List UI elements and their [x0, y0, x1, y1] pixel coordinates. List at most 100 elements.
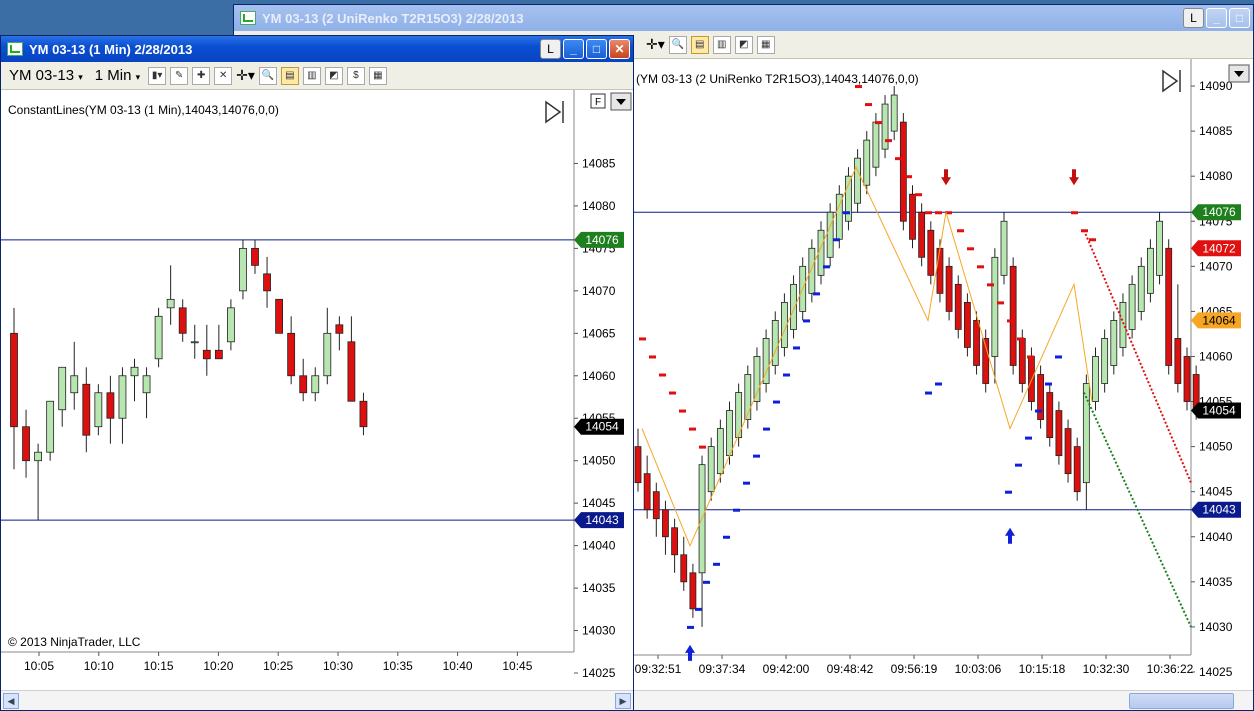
renko-stop-blue	[925, 391, 932, 395]
renko-stop-red	[1071, 211, 1078, 215]
down-candle	[1028, 356, 1035, 402]
time-tick-label: 10:20	[203, 659, 233, 673]
drawing-tools-icon[interactable]: ✎	[170, 66, 189, 85]
properties-icon[interactable]: ▦	[368, 66, 387, 85]
renko-stop-red	[1027, 355, 1034, 359]
renko-stop-blue	[1005, 490, 1012, 494]
up-candle	[826, 211, 834, 258]
down-candle	[1183, 356, 1191, 402]
renko-stop-blue	[935, 382, 942, 386]
price-tag-label: 14043	[1202, 503, 1236, 517]
price-tag-label: 14054	[1202, 404, 1236, 418]
unirenko-title-bar[interactable]: YM 03-13 (2 UniRenko T2R15O3) 2/28/2013 …	[234, 5, 1253, 31]
minimize-button[interactable]: _	[1206, 8, 1227, 28]
up-candle	[311, 375, 320, 394]
price-tag-14072: 14072	[1191, 240, 1241, 257]
bar-type-icon[interactable]: ▮▾	[148, 66, 167, 85]
price-tick-label: 14025	[582, 666, 616, 680]
minute-chart-area[interactable]: ConstantLines(YM 03-13 (1 Min),14043,140…	[1, 90, 633, 690]
minute-title-bar[interactable]: YM 03-13 (1 Min) 2/28/2013 L _ □ ✕	[1, 36, 633, 62]
renko-stop-red	[957, 229, 964, 233]
renko-stop-blue	[1025, 436, 1032, 440]
down-candle	[1037, 374, 1044, 420]
price-tick-label: 14025	[1199, 665, 1233, 679]
down-candle	[275, 298, 284, 334]
sell-arrow-icon	[941, 169, 951, 186]
renko-stop-blue	[1055, 355, 1062, 359]
down-candle	[287, 332, 296, 377]
down-candle	[1064, 428, 1072, 475]
up-candle	[716, 428, 724, 475]
crosshair-icon[interactable]: ✛▾	[646, 36, 665, 53]
properties-icon[interactable]: ▦	[756, 35, 775, 54]
scroll-left-icon[interactable]: ◀	[3, 693, 19, 709]
minute-chart-window[interactable]: YM 03-13 (1 Min) 2/28/2013 L _ □ ✕ YM 03…	[0, 35, 634, 711]
indicators-icon[interactable]: ▥	[302, 66, 321, 85]
indicators-icon[interactable]: ▥	[712, 35, 731, 54]
lock-button[interactable]: L	[1183, 8, 1204, 28]
down-candle	[954, 283, 962, 330]
up-candle	[1000, 220, 1008, 276]
minute-scrollbar[interactable]: ◀ ▶	[1, 690, 633, 710]
time-tick-label: 10:35	[383, 659, 413, 673]
scroll-right-icon[interactable]: ▶	[615, 693, 631, 709]
close-button[interactable]: ✕	[609, 39, 630, 59]
zoom-icon[interactable]: 🔍	[668, 35, 687, 54]
time-tick-label: 09:32:51	[635, 662, 682, 676]
down-candle	[964, 301, 971, 348]
sell-arrow-icon	[1069, 169, 1079, 186]
price-tag-14076: 14076	[574, 231, 624, 248]
up-candle	[130, 366, 139, 377]
time-tick-label: 10:25	[263, 659, 293, 673]
price-tag-14054: 14054	[1191, 402, 1241, 419]
price-tag-14043: 14043	[574, 512, 624, 529]
renko-stop-red	[639, 337, 646, 341]
lock-button[interactable]: L	[540, 39, 561, 59]
chart-trader-icon[interactable]: ▤	[690, 35, 709, 54]
price-tick-label: 14030	[582, 624, 616, 638]
up-candle	[1110, 320, 1118, 366]
price-tick-label: 14030	[1199, 620, 1233, 634]
strategies-icon[interactable]: ◩	[324, 66, 343, 85]
down-candle	[918, 211, 926, 258]
price-tick-label: 14085	[1199, 124, 1233, 138]
price-tick-label: 14040	[582, 539, 616, 553]
down-candle	[643, 473, 651, 511]
interval-selector[interactable]: 1 Min ▾	[91, 67, 144, 84]
up-candle	[726, 410, 733, 457]
minimize-button[interactable]: _	[563, 39, 584, 59]
price-tag-label: 14076	[585, 233, 619, 247]
remove-drawing-icon[interactable]: ✕	[214, 66, 233, 85]
down-candle	[909, 193, 916, 240]
instrument-selector[interactable]: YM 03-13 ▾	[5, 67, 87, 84]
crosshair-icon[interactable]: ✛▾	[236, 67, 255, 84]
strategies-icon[interactable]: ◩	[734, 35, 753, 54]
add-indicator-icon[interactable]: ✚	[192, 66, 211, 85]
renko-stop-red	[689, 427, 696, 431]
time-tick-label: 10:40	[443, 659, 473, 673]
renko-stop-blue	[733, 508, 740, 512]
renko-stop-blue	[1015, 463, 1022, 467]
up-candle	[1101, 338, 1109, 384]
price-tag-label: 14054	[585, 420, 619, 434]
up-candle	[118, 375, 127, 419]
down-candle	[359, 400, 368, 428]
up-candle	[872, 121, 880, 168]
unirenko-scroll-thumb[interactable]	[1129, 693, 1234, 709]
scroll-to-end-icon	[1162, 69, 1179, 93]
renko-stop-blue	[783, 373, 790, 377]
up-candle	[142, 375, 151, 394]
renko-stop-blue	[823, 265, 830, 269]
down-candle	[1055, 410, 1063, 457]
up-candle	[58, 366, 67, 411]
maximize-button[interactable]: □	[1229, 8, 1250, 28]
down-candle	[899, 121, 907, 222]
zoom-icon[interactable]: 🔍	[258, 66, 277, 85]
renko-stop-blue	[695, 607, 702, 611]
price-tick-label: 14050	[1199, 440, 1233, 454]
maximize-button[interactable]: □	[586, 39, 607, 59]
price-tick-label: 14070	[1199, 259, 1233, 273]
chart-trader-icon[interactable]: ▤	[280, 66, 299, 85]
dollar-icon[interactable]: $	[346, 66, 365, 85]
up-candle	[790, 283, 797, 330]
